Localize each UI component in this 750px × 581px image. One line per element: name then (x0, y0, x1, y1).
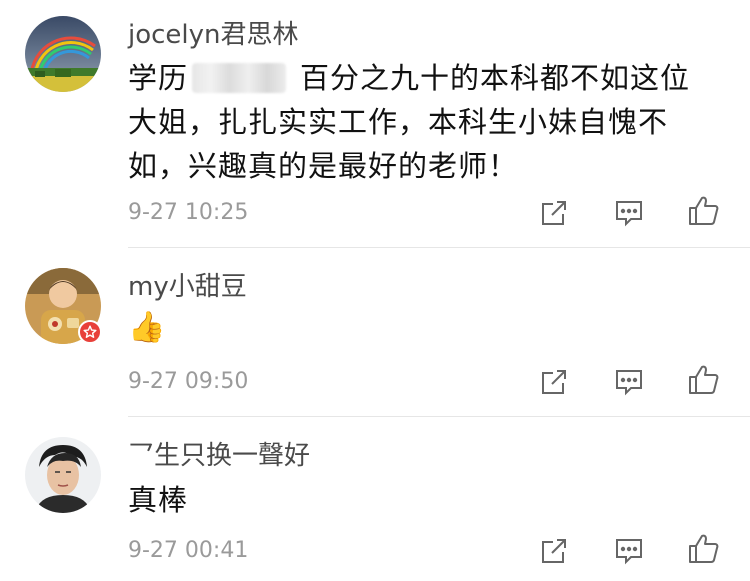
blurred-text (192, 63, 287, 93)
avatar-rainbow[interactable] (25, 16, 101, 92)
comment-icon[interactable] (611, 195, 647, 231)
comment-username[interactable]: jocelyn君思林 (128, 20, 299, 50)
share-icon[interactable] (536, 195, 572, 231)
divider (128, 247, 750, 248)
comment-timestamp: 9-27 00:41 (128, 538, 249, 563)
comment-username[interactable]: my小甜豆 (128, 272, 247, 302)
share-icon[interactable] (536, 533, 572, 569)
comment-text: 👍 (128, 310, 167, 345)
verified-star-badge (78, 320, 102, 344)
like-icon[interactable] (686, 531, 722, 567)
share-icon[interactable] (536, 364, 572, 400)
comment-timestamp: 9-27 10:25 (128, 200, 249, 225)
comment-icon[interactable] (611, 364, 647, 400)
comment-text-part: 学历 (128, 61, 189, 95)
comment-username[interactable]: 乛生只换一聲好 (128, 441, 310, 471)
comment-icon[interactable] (611, 533, 647, 569)
like-icon[interactable] (686, 362, 722, 398)
avatar-man[interactable] (25, 437, 101, 513)
comment-text: 真棒 (128, 483, 189, 517)
like-icon[interactable] (686, 193, 722, 229)
comment-text: 学历 百分之九十的本科都不如这位大姐，扎扎实实工作，本科生小妹自愧不如，兴趣真的是… (128, 56, 708, 188)
divider (128, 416, 750, 417)
comment-timestamp: 9-27 09:50 (128, 369, 249, 394)
